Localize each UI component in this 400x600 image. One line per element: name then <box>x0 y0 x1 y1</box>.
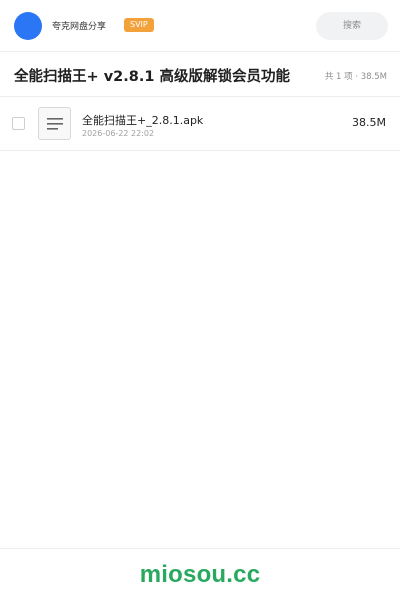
site-brand[interactable]: miosou.cc <box>0 561 400 589</box>
file-size: 38.5M <box>352 116 386 129</box>
search-button[interactable]: 搜索 <box>316 12 388 40</box>
share-title-row: 全能扫描王+ v2.8.1 高级版解锁会员功能 共 1 项 · 38.5M <box>0 53 400 97</box>
file-row[interactable]: 全能扫描王+_2.8.1.apk 2026-06-22 22:02 38.5M <box>0 97 400 151</box>
svip-badge: SVIP <box>124 18 154 32</box>
footer-divider <box>0 548 400 549</box>
document-icon <box>38 107 71 140</box>
share-summary: 共 1 项 · 38.5M <box>324 72 387 82</box>
avatar[interactable] <box>14 12 42 40</box>
top-bar: 夸克网盘分享 SVIP 搜索 <box>0 0 400 52</box>
page-title: 全能扫描王+ v2.8.1 高级版解锁会员功能 <box>14 69 290 85</box>
file-name[interactable]: 全能扫描王+_2.8.1.apk <box>82 112 203 128</box>
file-date: 2026-06-22 22:02 <box>82 129 155 138</box>
file-checkbox[interactable] <box>12 117 25 130</box>
user-name[interactable]: 夸克网盘分享 <box>52 19 106 32</box>
